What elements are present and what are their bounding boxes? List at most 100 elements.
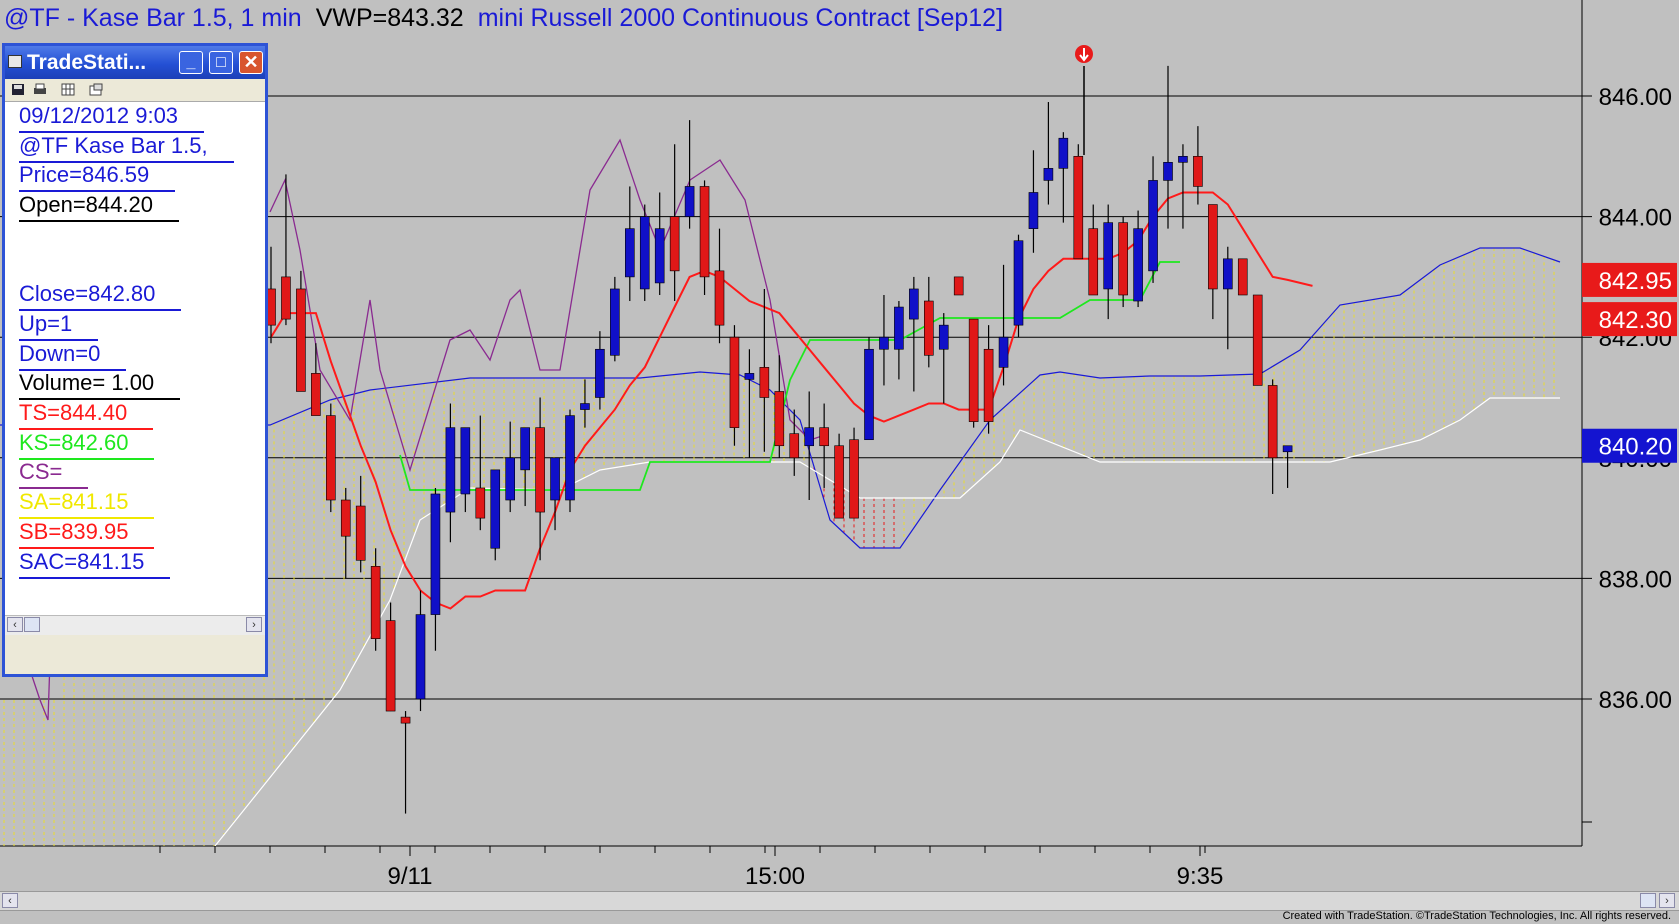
candle-down bbox=[714, 270, 725, 326]
candle-down bbox=[789, 433, 800, 459]
candle-down bbox=[1237, 258, 1248, 296]
candle-up bbox=[639, 216, 650, 290]
copyright-footer: Created with TradeStation. ©TradeStation… bbox=[1282, 910, 1671, 922]
print-icon[interactable] bbox=[33, 83, 47, 96]
candle-down bbox=[669, 216, 680, 272]
candle-up bbox=[879, 336, 889, 350]
candle-up bbox=[1028, 192, 1039, 229]
price-tick-label: 844.00 bbox=[1599, 205, 1672, 232]
scroll-left-icon[interactable]: ‹ bbox=[7, 617, 23, 632]
candle-down bbox=[923, 300, 934, 356]
data-window-row: SAC=841.15 bbox=[19, 549, 150, 575]
data-window-row-text: SBC=839.95 bbox=[19, 578, 145, 604]
vwp-value: VWP=843.32 bbox=[315, 4, 464, 32]
close-button[interactable]: ✕ bbox=[239, 51, 263, 74]
candle-down bbox=[355, 505, 366, 561]
candle-up bbox=[1148, 180, 1158, 272]
data-window-row-text: SAC=841.15 bbox=[19, 548, 145, 574]
price-marker-label: 842.30 bbox=[1599, 307, 1672, 334]
data-window-row: Down=0 bbox=[19, 341, 106, 367]
candle-up bbox=[894, 306, 904, 350]
candle-up bbox=[684, 186, 695, 217]
candle-up bbox=[1043, 168, 1054, 181]
scroll-right-icon[interactable]: › bbox=[1659, 893, 1675, 908]
candle-down bbox=[983, 348, 994, 422]
candle-down bbox=[1193, 156, 1203, 187]
candle-up bbox=[864, 348, 874, 441]
candle-up bbox=[804, 427, 815, 447]
candle-up bbox=[550, 457, 560, 501]
data-window-row: @TF Kase Bar 1.5, bbox=[19, 133, 214, 159]
scroll-left-icon[interactable]: ‹ bbox=[2, 893, 18, 908]
time-tick-label: 15:00 bbox=[745, 863, 805, 890]
candle-down bbox=[834, 445, 844, 519]
candle-up bbox=[490, 469, 501, 549]
candle-up bbox=[1103, 222, 1113, 290]
candle-up bbox=[909, 288, 919, 320]
data-window-row-text: Down=0 bbox=[19, 340, 101, 366]
minimize-button[interactable]: _ bbox=[179, 51, 203, 74]
price-marker-label: 840.20 bbox=[1599, 434, 1672, 461]
properties-icon[interactable] bbox=[89, 83, 103, 96]
candle-down bbox=[729, 336, 740, 428]
data-window-row-text: Price=846.59 bbox=[19, 162, 150, 188]
candle-up bbox=[505, 457, 516, 501]
data-window-title: TradeStati... bbox=[27, 51, 147, 74]
data-window-titlebar[interactable]: TradeStati... _ □ ✕ bbox=[5, 46, 265, 79]
data-window-values: 09/12/2012 9:03 @TF Kase Bar 1.5, Price=84… bbox=[5, 102, 265, 615]
data-window-scrollbar[interactable]: ‹ › bbox=[5, 615, 265, 635]
data-window-row: 09/12/2012 9:03 bbox=[19, 103, 184, 129]
data-window-row: SA=841.15 bbox=[19, 489, 134, 515]
data-window-footer bbox=[5, 635, 265, 674]
candle-up bbox=[624, 228, 635, 278]
candle-up bbox=[430, 493, 441, 615]
data-window-row-text: TS=844.40 bbox=[19, 400, 128, 425]
data-window-row: TS=844.40 bbox=[19, 400, 133, 426]
candle-down bbox=[281, 276, 291, 320]
data-window-row-text: Close=842.80 bbox=[19, 281, 156, 307]
data-window-row-text: Up=1 bbox=[19, 310, 73, 336]
data-window-row-text: 09/12/2012 9:03 bbox=[19, 103, 179, 128]
candle-down bbox=[759, 367, 770, 398]
candle-up bbox=[595, 348, 605, 398]
data-window-row: Price=846.59 bbox=[19, 162, 155, 188]
scroll-thumb[interactable] bbox=[24, 617, 40, 632]
candle-down bbox=[1267, 385, 1278, 459]
data-window-row-text: CS= bbox=[19, 459, 63, 485]
candle-down bbox=[819, 427, 829, 447]
candle-down bbox=[340, 499, 351, 537]
candle-up bbox=[744, 373, 755, 380]
chart-scrollbar[interactable]: ‹ › bbox=[0, 891, 1679, 911]
data-window-row: SB=839.95 bbox=[19, 519, 134, 545]
candle-up bbox=[610, 288, 620, 356]
price-tick-label: 836.00 bbox=[1599, 687, 1672, 714]
candle-up bbox=[460, 427, 471, 495]
candle-up bbox=[580, 403, 590, 410]
save-icon[interactable] bbox=[11, 83, 25, 96]
grid-icon[interactable] bbox=[61, 83, 75, 96]
candle-up bbox=[1282, 445, 1293, 453]
candle-up bbox=[565, 415, 575, 501]
scroll-right-icon[interactable]: › bbox=[246, 617, 262, 632]
candle-down bbox=[1252, 294, 1263, 386]
data-window-row: SBC=839.95 bbox=[19, 578, 150, 604]
candle-up bbox=[998, 336, 1009, 368]
data-window[interactable]: TradeStati... _ □ ✕ 09/12/2012 9:03 @TF K… bbox=[2, 43, 268, 677]
candle-up bbox=[415, 614, 426, 700]
candle-down bbox=[475, 487, 486, 519]
price-tick-label: 838.00 bbox=[1599, 566, 1672, 593]
candle-down bbox=[385, 620, 396, 712]
data-window-row: KS=842.60 bbox=[19, 430, 134, 456]
candle-down bbox=[296, 288, 306, 392]
candle-down bbox=[1118, 222, 1128, 296]
data-window-row-text: SB=839.95 bbox=[19, 518, 129, 544]
candle-up bbox=[1223, 258, 1233, 290]
candle-down bbox=[699, 186, 710, 278]
tradestation-app-icon bbox=[8, 55, 22, 68]
data-window-row-text: High=844.30 bbox=[19, 221, 145, 247]
maximize-button[interactable]: □ bbox=[209, 51, 233, 74]
data-window-row: Up=1 bbox=[19, 311, 78, 337]
data-window-row: Low=842.70 bbox=[19, 252, 146, 278]
candle-up bbox=[1013, 240, 1024, 326]
scroll-thumb[interactable] bbox=[1640, 893, 1656, 908]
